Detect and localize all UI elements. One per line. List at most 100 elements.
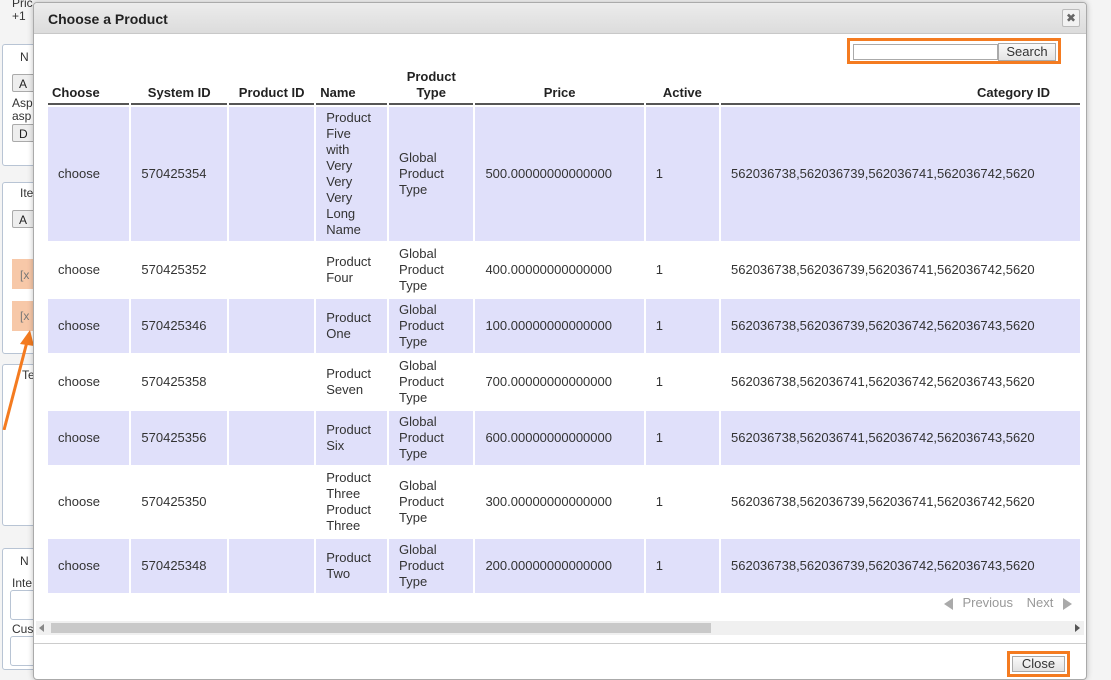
product-id-cell (229, 107, 315, 241)
table-row[interactable]: choose 570425358 Product Seven Global Pr… (48, 355, 1080, 409)
column-header-system-id[interactable]: System ID (131, 69, 228, 105)
product-type-cell: Global Product Type (389, 411, 474, 465)
product-id-cell (229, 243, 315, 297)
price-cell: 600.00000000000000 (475, 411, 644, 465)
system-id-cell: 570425356 (131, 411, 228, 465)
column-header-product-id[interactable]: Product ID (229, 69, 315, 105)
product-grid: Choose System ID Product ID Name Product… (48, 69, 1084, 593)
column-header-active[interactable]: Active (645, 69, 719, 105)
bg-label: asp (12, 109, 32, 123)
table-row[interactable]: choose 570425354 Product Five with Very … (48, 107, 1080, 241)
footer-divider (34, 643, 1086, 644)
product-id-cell (229, 299, 315, 353)
category-id-cell: 562036738,562036739,562036741,562036742,… (721, 467, 1080, 537)
bg-label: [x (20, 268, 30, 282)
name-cell: Product Four (316, 243, 388, 297)
price-cell: 400.00000000000000 (475, 243, 644, 297)
category-id-cell: 562036738,562036741,562036742,562036743,… (721, 411, 1080, 465)
table-header-row: Choose System ID Product ID Name Product… (48, 69, 1080, 105)
pager: Previous Next (938, 595, 1072, 610)
system-id-cell: 570425352 (131, 243, 228, 297)
product-id-cell (229, 539, 315, 593)
product-type-cell: Global Product Type (389, 107, 474, 241)
choose-link[interactable]: choose (48, 243, 130, 297)
scroll-left-icon[interactable] (39, 624, 44, 632)
system-id-cell: 570425348 (131, 539, 228, 593)
active-cell: 1 (645, 299, 719, 353)
category-id-cell: 562036738,562036739,562036741,562036742,… (721, 243, 1080, 297)
system-id-cell: 570425354 (131, 107, 228, 241)
category-id-cell: 562036738,562036739,562036742,562036743,… (721, 539, 1080, 593)
product-type-cell: Global Product Type (389, 539, 474, 593)
product-type-cell: Global Product Type (389, 355, 474, 409)
column-header-product-type[interactable]: Product Type (389, 69, 474, 105)
product-id-cell (229, 411, 315, 465)
price-cell: 100.00000000000000 (475, 299, 644, 353)
choose-link[interactable]: choose (48, 355, 130, 409)
previous-link[interactable]: Previous (962, 595, 1013, 610)
choose-product-dialog: Choose a Product ✖ Search Choose System … (33, 2, 1087, 680)
scrollbar-thumb[interactable] (51, 623, 711, 633)
horizontal-scrollbar[interactable] (36, 621, 1084, 635)
active-cell: 1 (645, 539, 719, 593)
column-header-choose[interactable]: Choose (48, 69, 130, 105)
table-row[interactable]: choose 570425346 Product One Global Prod… (48, 299, 1080, 353)
dialog-titlebar[interactable]: Choose a Product ✖ (34, 3, 1086, 34)
product-type-cell: Global Product Type (389, 299, 474, 353)
product-id-cell (229, 467, 315, 537)
table-row[interactable]: choose 570425348 Product Two Global Prod… (48, 539, 1080, 593)
next-arrow-icon[interactable] (1063, 597, 1072, 610)
system-id-cell: 570425358 (131, 355, 228, 409)
name-cell: Product One (316, 299, 388, 353)
active-cell: 1 (645, 467, 719, 537)
bg-label: N (20, 50, 29, 64)
previous-arrow-icon[interactable] (943, 597, 953, 610)
system-id-cell: 570425346 (131, 299, 228, 353)
product-type-cell: Global Product Type (389, 243, 474, 297)
table-row[interactable]: choose 570425350 Product Three Product T… (48, 467, 1080, 537)
choose-link[interactable]: choose (48, 467, 130, 537)
bg-label: [x (20, 309, 30, 323)
price-cell: 700.00000000000000 (475, 355, 644, 409)
search-button[interactable]: Search (998, 43, 1056, 61)
choose-link[interactable]: choose (48, 299, 130, 353)
price-cell: 300.00000000000000 (475, 467, 644, 537)
bg-label: N (20, 554, 29, 568)
bg-label: Ite (20, 186, 34, 200)
price-cell: 200.00000000000000 (475, 539, 644, 593)
choose-link[interactable]: choose (48, 107, 130, 241)
bg-label: Asp (12, 96, 33, 110)
column-header-category-id[interactable]: Category ID (721, 69, 1080, 105)
active-cell: 1 (645, 411, 719, 465)
name-cell: Product Three Product Three (316, 467, 388, 537)
system-id-cell: 570425350 (131, 467, 228, 537)
dialog-title: Choose a Product (48, 11, 168, 27)
search-highlight: Search (847, 38, 1061, 64)
close-highlight: Close (1007, 651, 1070, 677)
close-icon[interactable]: ✖ (1062, 9, 1080, 27)
product-type-cell: Global Product Type (389, 467, 474, 537)
name-cell: Product Two (316, 539, 388, 593)
name-cell: Product Five with Very Very Very Long Na… (316, 107, 388, 241)
product-id-cell (229, 355, 315, 409)
bg-label: Cus (12, 622, 34, 636)
table-row[interactable]: choose 570425356 Product Six Global Prod… (48, 411, 1080, 465)
bg-label: +1 (12, 9, 26, 23)
category-id-cell: 562036738,562036739,562036741,562036742,… (721, 107, 1080, 241)
close-button[interactable]: Close (1012, 656, 1065, 672)
scroll-right-icon[interactable] (1075, 624, 1080, 632)
choose-link[interactable]: choose (48, 539, 130, 593)
annotation-arrow-icon (2, 330, 34, 430)
category-id-cell: 562036738,562036739,562036742,562036743,… (721, 299, 1080, 353)
column-header-price[interactable]: Price (475, 69, 644, 105)
choose-link[interactable]: choose (48, 411, 130, 465)
column-header-name[interactable]: Name (316, 69, 388, 105)
price-cell: 500.00000000000000 (475, 107, 644, 241)
product-table: Choose System ID Product ID Name Product… (48, 69, 1082, 593)
next-link[interactable]: Next (1027, 595, 1054, 610)
table-row[interactable]: choose 570425352 Product Four Global Pro… (48, 243, 1080, 297)
search-input[interactable] (853, 44, 998, 60)
bg-label: Inte (12, 576, 33, 590)
name-cell: Product Six (316, 411, 388, 465)
name-cell: Product Seven (316, 355, 388, 409)
